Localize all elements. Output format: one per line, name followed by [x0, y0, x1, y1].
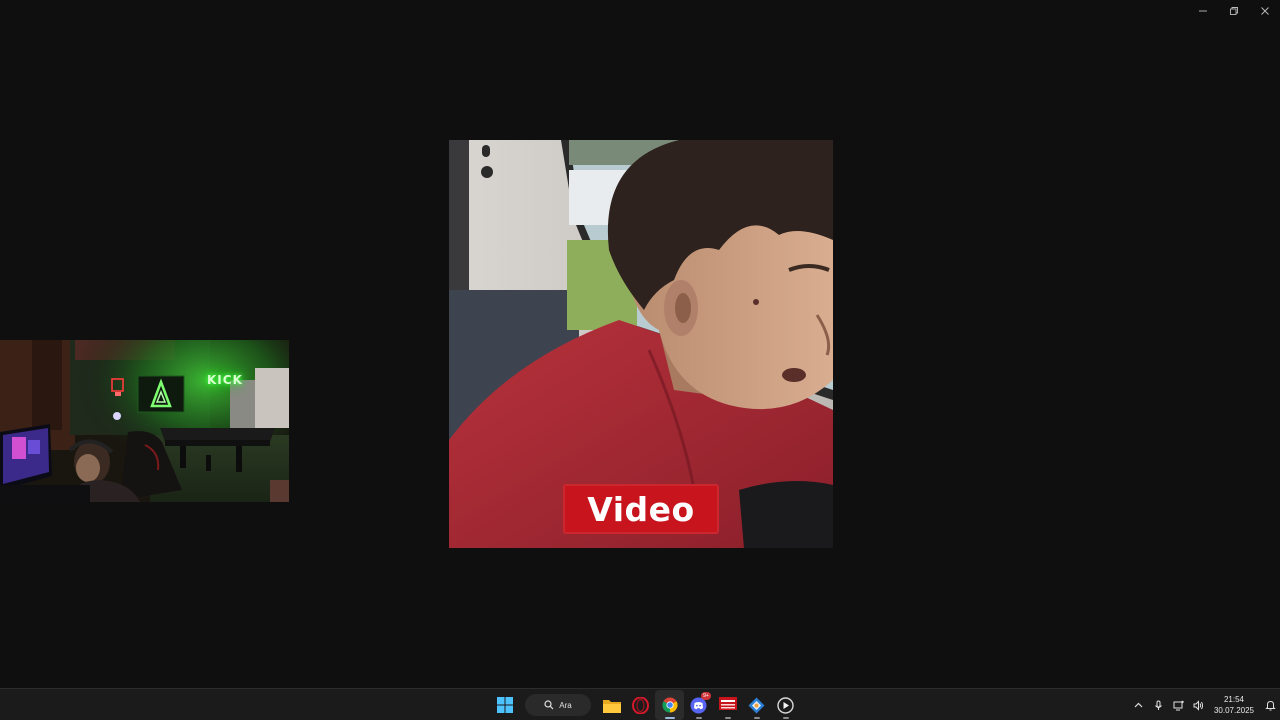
taskbar-apps: Ara 9+ [490, 689, 800, 720]
taskbar-clock[interactable]: 21:54 30.07.2025 [1210, 694, 1258, 716]
volume-icon [1193, 699, 1203, 711]
search-label: Ara [559, 700, 572, 710]
microphone-icon [1154, 700, 1162, 710]
close-button[interactable] [1249, 0, 1280, 22]
taskbar-media-player[interactable] [771, 690, 800, 720]
clock-time: 21:54 [1223, 695, 1245, 704]
news-app-icon [718, 697, 737, 713]
discord-notification-badge: 9+ [701, 692, 711, 700]
video-player[interactable]: Video [449, 140, 833, 548]
minimize-icon [1198, 10, 1207, 12]
taskbar-app[interactable] [742, 690, 771, 720]
file-explorer-icon [602, 699, 621, 713]
window-controls [1187, 0, 1280, 22]
taskbar-discord[interactable]: 9+ [684, 690, 713, 720]
taskbar-search[interactable]: Ara [525, 694, 591, 716]
tray-overflow-button[interactable] [1128, 690, 1148, 720]
tray-network[interactable] [1168, 690, 1188, 720]
network-icon [1173, 700, 1184, 710]
running-indicator [664, 717, 675, 719]
clock-date: 30.07.2025 [1213, 706, 1255, 715]
taskbar-news-app[interactable] [713, 690, 742, 720]
tray-microphone[interactable] [1148, 690, 1168, 720]
webcam-scene [0, 340, 289, 502]
running-indicator [782, 717, 789, 719]
system-tray: 21:54 30.07.2025 [1128, 689, 1280, 720]
search-icon [544, 700, 554, 710]
running-indicator [753, 717, 760, 719]
opera-icon [632, 696, 649, 714]
taskbar: Ara 9+ 21:54 30.07.2025 [0, 688, 1280, 720]
media-player-icon [777, 696, 794, 714]
taskbar-file-explorer[interactable] [597, 690, 626, 720]
notification-bell-icon [1264, 700, 1276, 710]
restore-icon [1229, 7, 1238, 15]
chrome-icon [661, 697, 678, 713]
running-indicator [724, 717, 731, 719]
webcam-overlay: KICK [0, 340, 289, 502]
neon-sign-text: KICK [207, 373, 243, 387]
restore-button[interactable] [1218, 0, 1249, 22]
start-button[interactable] [490, 690, 519, 720]
app-icon [748, 697, 765, 713]
tray-volume[interactable] [1188, 690, 1208, 720]
chevron-up-icon [1134, 702, 1142, 707]
running-indicator [695, 717, 702, 719]
notification-center-button[interactable] [1260, 690, 1280, 720]
windows-start-icon [496, 697, 513, 713]
taskbar-opera[interactable] [626, 690, 655, 720]
taskbar-chrome[interactable] [655, 690, 684, 720]
close-icon [1260, 7, 1269, 15]
minimize-button[interactable] [1187, 0, 1218, 22]
video-caption: Video [563, 484, 719, 534]
